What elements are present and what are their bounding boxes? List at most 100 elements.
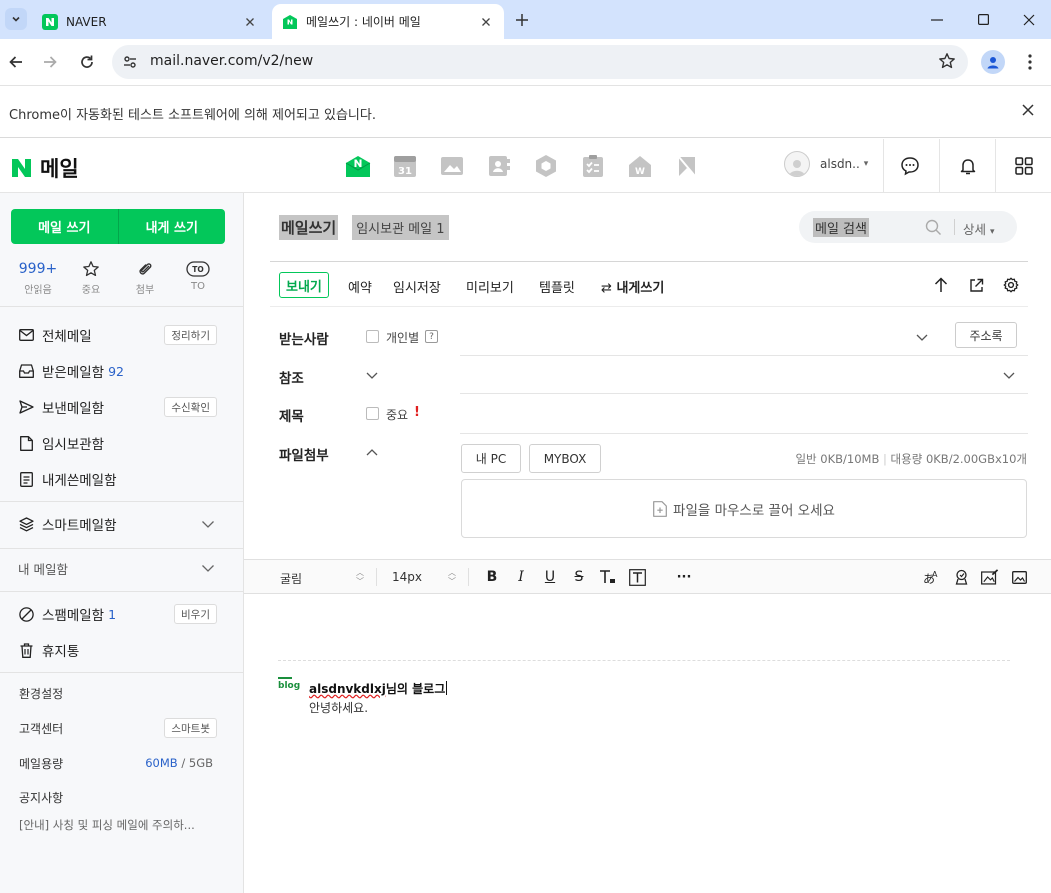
size-stepper-icon[interactable]: ︿ ﹀	[448, 568, 456, 586]
template-button[interactable]: 템플릿	[539, 277, 575, 296]
quick-attachment[interactable]: 첨부	[117, 259, 173, 296]
apps-grid-icon[interactable]	[1011, 153, 1037, 179]
site-settings-icon[interactable]	[120, 52, 140, 72]
mailbox-trash[interactable]: 휴지통	[18, 640, 79, 660]
help-question-icon[interactable]: ?	[425, 330, 438, 343]
account-menu[interactable]: alsdn.. ▾	[784, 151, 868, 177]
arrow-up-icon[interactable]	[931, 275, 951, 295]
to-self-toggle[interactable]: ⇄ 내게쓰기	[601, 277, 664, 296]
quick-unread[interactable]: 999+ 안읽음	[10, 259, 66, 296]
mybox-button[interactable]: MYBOX	[529, 444, 601, 473]
forward-arrow-icon[interactable]	[38, 50, 62, 74]
notice-item[interactable]: [안내] 사칭 및 피싱 메일에 주의하...	[19, 817, 195, 833]
tab-list-button[interactable]	[5, 8, 27, 30]
subject-input-underline[interactable]	[460, 433, 1028, 434]
chevron-down-icon[interactable]	[365, 368, 379, 382]
preview-button[interactable]: 미리보기	[466, 277, 514, 296]
quick-to-me[interactable]: TO TO	[170, 259, 226, 292]
support-link[interactable]: 고객센터	[19, 720, 63, 737]
save-draft-button[interactable]: 임시저장	[393, 277, 441, 296]
strikethrough-icon[interactable]: S	[570, 568, 588, 586]
file-dropzone[interactable]: 파일을 마우스로 끌어 오세요	[461, 479, 1027, 538]
bold-icon[interactable]: B	[483, 568, 501, 586]
font-stepper-icon[interactable]: ︿ ﹀	[356, 568, 364, 586]
new-tab-plus-icon[interactable]	[511, 9, 533, 31]
mail-service-icon[interactable]	[345, 153, 371, 179]
spellcheck-icon[interactable]: あA	[922, 568, 940, 586]
reload-icon[interactable]	[75, 50, 99, 74]
tab-naver[interactable]: NAVER	[32, 4, 268, 39]
mail-search[interactable]: 메일 검색 상세 ▾	[799, 211, 1017, 243]
send-button[interactable]: 보내기	[279, 272, 329, 298]
chevron-down-icon[interactable]	[915, 330, 929, 344]
mailbox-inbox[interactable]: 받은메일함 92	[18, 361, 124, 381]
write-to-self-button[interactable]: 내게 쓰기	[119, 209, 226, 244]
profile-avatar-icon[interactable]	[981, 50, 1005, 74]
tab-close-icon[interactable]	[478, 14, 494, 30]
signature-stamp-icon[interactable]	[952, 568, 970, 586]
drafts-link[interactable]: 임시보관 메일 1	[352, 215, 449, 240]
window-close-icon[interactable]	[1006, 0, 1051, 39]
tab-title: 메일쓰기 : 네이버 메일	[306, 15, 421, 29]
mailbox-all[interactable]: 전체메일	[18, 325, 92, 345]
quick-important[interactable]: 중요	[63, 259, 119, 296]
settings-gear-icon[interactable]	[1001, 275, 1021, 295]
mailbox-drafts[interactable]: 임시보관함	[18, 433, 104, 453]
block-icon	[18, 606, 34, 622]
notification-bell-icon[interactable]	[955, 153, 981, 179]
search-icon[interactable]	[925, 219, 942, 236]
calendar-icon[interactable]: 31	[392, 153, 418, 179]
to-badge-icon: TO	[170, 259, 226, 279]
schedule-button[interactable]: 예약	[348, 277, 372, 296]
mailbox-smart[interactable]: 스마트메일함	[18, 514, 117, 534]
font-family-select[interactable]: 굴림	[280, 570, 302, 587]
individual-send-checkbox[interactable]	[366, 330, 379, 343]
bookmark-flag-icon[interactable]	[674, 153, 700, 179]
mailbox-self[interactable]: 내게쓴메일함	[18, 469, 117, 489]
more-options-icon[interactable]: ···	[675, 568, 693, 586]
chevron-down-icon[interactable]	[201, 561, 215, 575]
minimize-icon[interactable]	[914, 0, 960, 39]
chevron-down-icon[interactable]	[201, 517, 215, 531]
popout-window-icon[interactable]	[966, 275, 986, 295]
image-edit-icon[interactable]	[981, 568, 999, 586]
office-icon[interactable]: W	[627, 153, 653, 179]
back-arrow-icon[interactable]	[4, 50, 28, 74]
settings-link[interactable]: 환경설정	[19, 685, 63, 702]
mybox-icon[interactable]	[533, 153, 559, 179]
text-color-icon[interactable]	[599, 568, 617, 586]
contacts-icon[interactable]	[486, 153, 512, 179]
browser-menu-icon[interactable]	[1018, 50, 1042, 74]
photo-service-icon[interactable]	[439, 153, 465, 179]
chevron-up-icon[interactable]	[365, 446, 379, 460]
italic-icon[interactable]: I	[512, 568, 530, 586]
write-mail-button[interactable]: 메일 쓰기	[11, 209, 118, 244]
infobar-close-icon[interactable]	[1021, 103, 1035, 117]
mailbox-sent[interactable]: 보낸메일함	[18, 397, 104, 417]
tab-mail-compose[interactable]: 메일쓰기 : 네이버 메일	[272, 4, 504, 39]
font-size-select[interactable]: 14px	[392, 570, 422, 584]
notice-header[interactable]: 공지사항	[19, 789, 63, 806]
organize-button[interactable]: 정리하기	[164, 325, 217, 345]
my-mailboxes-header[interactable]: 내 메일함	[18, 558, 68, 578]
text-background-icon[interactable]	[628, 568, 646, 586]
maximize-icon[interactable]	[960, 0, 1006, 39]
chevron-down-icon[interactable]	[1002, 368, 1016, 382]
naver-mail-logo[interactable]: 메일	[12, 153, 79, 183]
underline-icon[interactable]: U	[541, 568, 559, 586]
smartbot-button[interactable]: 스마트봇	[164, 718, 217, 738]
mailbox-spam[interactable]: 스팸메일함 1	[18, 604, 116, 624]
important-checkbox[interactable]	[366, 407, 379, 420]
read-receipt-button[interactable]: 수신확인	[164, 397, 217, 417]
address-book-button[interactable]: 주소록	[955, 322, 1017, 348]
chat-bubble-icon[interactable]	[897, 153, 923, 179]
detail-search-button[interactable]: 상세 ▾	[963, 219, 995, 238]
address-bar[interactable]: mail.naver.com/v2/new	[112, 45, 968, 79]
image-icon[interactable]	[1010, 568, 1028, 586]
search-input[interactable]: 메일 검색	[813, 218, 869, 237]
empty-spam-button[interactable]: 비우기	[174, 604, 217, 624]
my-pc-button[interactable]: 내 PC	[461, 444, 521, 473]
todo-checklist-icon[interactable]	[580, 153, 606, 179]
bookmark-star-icon[interactable]	[938, 52, 956, 70]
tab-close-icon[interactable]	[242, 14, 258, 30]
